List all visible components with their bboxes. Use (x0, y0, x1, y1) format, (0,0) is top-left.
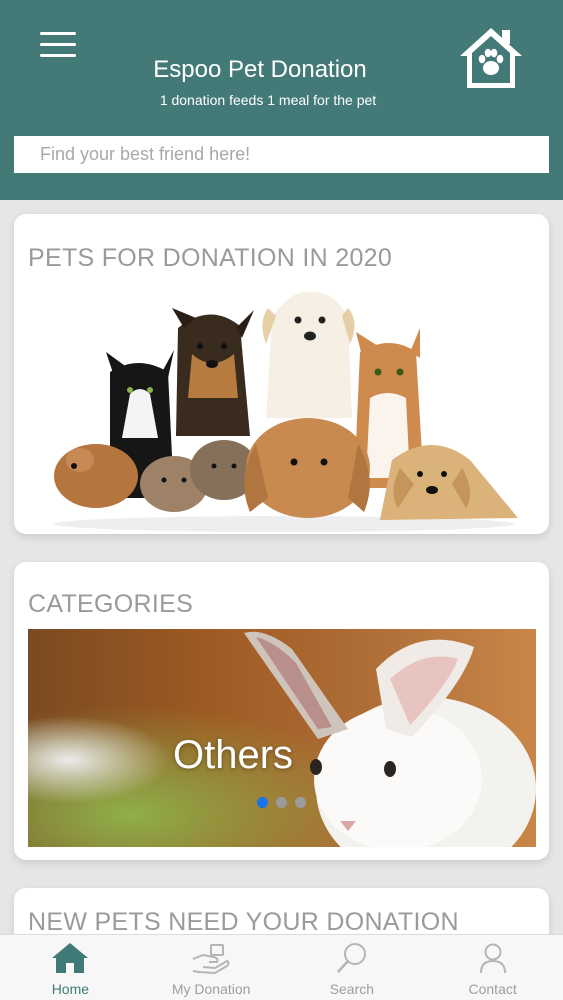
pets-group-image (54, 291, 518, 532)
featured-title: PETS FOR DONATION IN 2020 (28, 244, 393, 272)
app-header: Espoo Pet Donation 1 donation feeds 1 me… (0, 0, 563, 200)
categories-card: CATEGORIES Others (14, 562, 549, 860)
tab-my-donation-label: My Donation (171, 981, 251, 997)
carousel-pagination (257, 797, 306, 808)
search-input[interactable] (14, 136, 549, 173)
search-icon (336, 943, 366, 973)
category-slide-label: Others (172, 733, 294, 777)
tab-my-donation[interactable]: My Donation (141, 935, 282, 1000)
tab-contact[interactable]: Contact (422, 935, 563, 1000)
new-pets-title: NEW PETS NEED YOUR DONATION (28, 908, 459, 936)
tab-home[interactable]: Home (0, 935, 141, 1000)
user-icon (479, 943, 506, 974)
home-icon (52, 943, 89, 973)
featured-pets-card[interactable]: PETS FOR DONATION IN 2020 (14, 214, 549, 534)
house-paw-icon[interactable] (458, 26, 524, 90)
tab-contact-label: Contact (468, 981, 517, 997)
app-subtitle: 1 donation feeds 1 meal for the pet (159, 92, 377, 108)
app-title: Espoo Pet Donation (153, 56, 367, 83)
category-carousel[interactable]: Others (28, 629, 536, 847)
hamburger-menu-icon[interactable] (40, 32, 76, 58)
donation-hand-icon (192, 944, 230, 975)
tab-home-label: Home (51, 981, 90, 997)
tab-search-label: Search (329, 981, 375, 997)
carousel-dot-2[interactable] (276, 797, 287, 808)
tab-search[interactable]: Search (282, 935, 423, 1000)
carousel-dot-1[interactable] (257, 797, 268, 808)
bottom-tab-bar: Home My Donation Search Contact (0, 934, 563, 1000)
carousel-dot-3[interactable] (295, 797, 306, 808)
categories-title: CATEGORIES (28, 590, 194, 618)
